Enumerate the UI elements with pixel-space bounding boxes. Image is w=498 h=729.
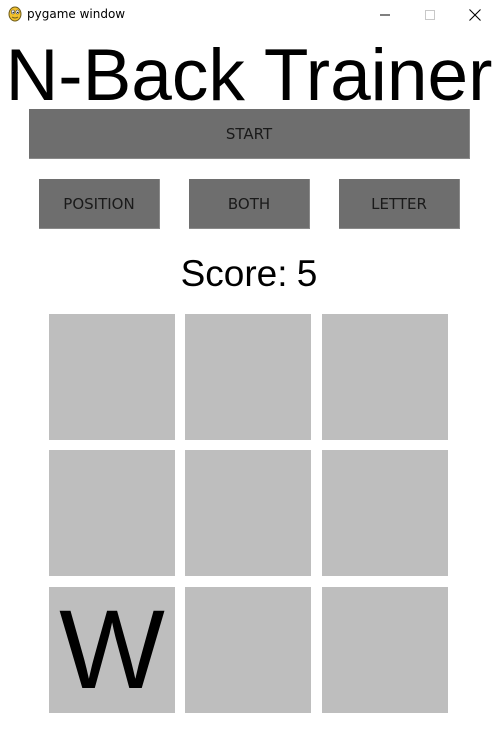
grid-cell-7: W — [49, 587, 175, 713]
app-title: N-Back Trainer — [5, 35, 493, 116]
grid-cell-3 — [322, 314, 448, 440]
window-titlebar[interactable]: pygame window — [0, 0, 498, 29]
close-icon — [469, 8, 481, 21]
score-label: Score: — [180, 253, 288, 294]
close-button[interactable] — [452, 0, 498, 29]
start-button[interactable]: START — [29, 109, 470, 159]
grid-cell-1 — [49, 314, 175, 440]
minimize-icon — [380, 14, 390, 15]
window-title: pygame window — [27, 7, 126, 21]
letter-button[interactable]: LETTER — [339, 179, 460, 229]
score-value: 5 — [296, 253, 318, 294]
maximize-button[interactable] — [407, 0, 453, 29]
pygame-snake-icon — [8, 6, 22, 22]
grid-cell-4 — [49, 450, 175, 576]
grid-cell-5 — [185, 450, 311, 576]
minimize-button[interactable] — [362, 0, 408, 29]
grid-cell-8 — [185, 587, 311, 713]
maximize-icon — [425, 9, 435, 20]
both-button[interactable]: BOTH — [189, 179, 310, 229]
score-display: Score: 5 — [0, 252, 498, 296]
grid-cell-6 — [322, 450, 448, 576]
grid-cell-9 — [322, 587, 448, 713]
grid-cell-2 — [185, 314, 311, 440]
position-button[interactable]: POSITION — [39, 179, 160, 229]
grid-cell-letter: W — [59, 587, 165, 712]
